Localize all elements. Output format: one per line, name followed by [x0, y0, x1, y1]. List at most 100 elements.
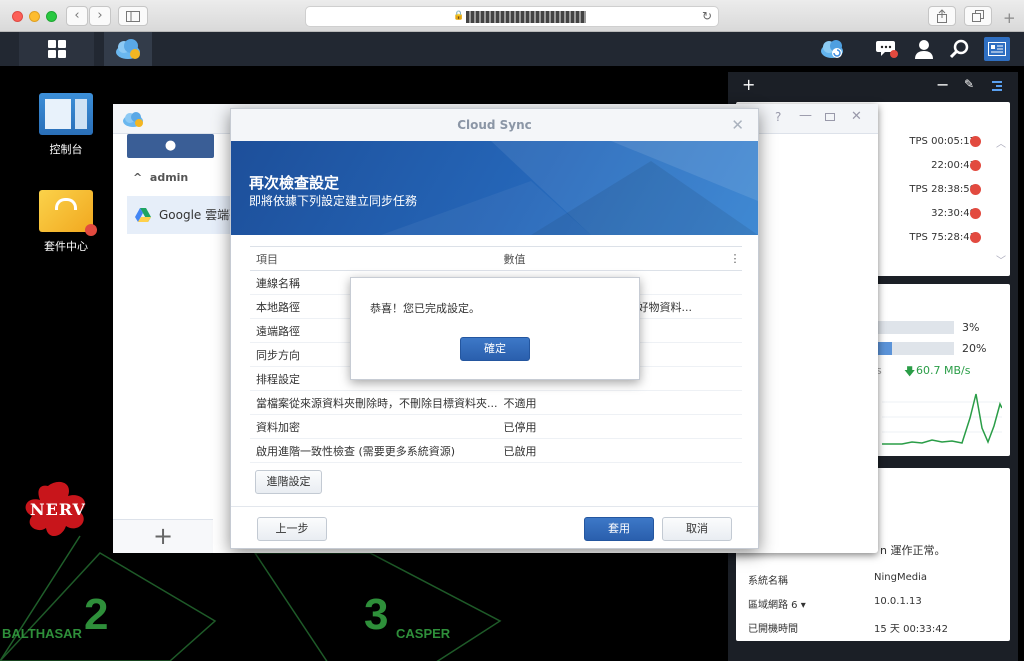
sidebar-toggle-button[interactable]: [118, 6, 148, 26]
dialog-title: Cloud Sync: [457, 118, 532, 132]
remove-connection-icon[interactable]: [970, 232, 981, 243]
pin-icon[interactable]: ✎: [964, 77, 974, 91]
remove-connection-icon[interactable]: [970, 184, 981, 195]
health-value: 15 天 00:33:42: [874, 624, 948, 635]
widget-settings-icon[interactable]: [990, 80, 1004, 92]
chevron-up-icon: ^: [133, 171, 150, 184]
close-icon[interactable]: ✕: [731, 109, 744, 141]
scroll-down-icon[interactable]: ﹀: [996, 252, 1006, 267]
nerv-text: NERV: [30, 500, 86, 519]
remove-connection-icon[interactable]: [970, 160, 981, 171]
plus-icon: +: [152, 522, 174, 550]
table-header: 項目 數值 ⋮: [250, 246, 742, 271]
chat-icon[interactable]: [876, 38, 900, 60]
add-widget-icon[interactable]: +: [742, 75, 755, 94]
tabs-overview-button[interactable]: [964, 6, 992, 26]
search-icon[interactable]: [950, 39, 970, 59]
connection-row: TPS 75:28:41: [909, 232, 976, 243]
connection-row: TPS 00:05:17: [909, 136, 976, 147]
widget-toolbar: + − ✎: [728, 72, 1018, 100]
minimize-widget-icon[interactable]: −: [936, 75, 949, 94]
health-status-text: n 運作正常。: [880, 544, 946, 557]
connection-row: 32:30:49: [931, 208, 976, 219]
casper-number: 3: [364, 590, 389, 639]
column-header-item[interactable]: 項目: [250, 246, 498, 271]
balthasar-label: BALTHASAR: [2, 626, 82, 641]
health-label: 已開機時間: [748, 624, 798, 635]
connection-name: Google 雲端硬: [159, 208, 237, 222]
desktop-icon-label: 套件中心: [44, 240, 88, 253]
minimize-icon[interactable]: —: [799, 108, 812, 123]
close-icon[interactable]: ✕: [851, 109, 862, 124]
row-value: 不適用: [497, 390, 742, 415]
new-tab-button[interactable]: +: [1003, 9, 1016, 27]
widgets-icon: [988, 42, 1006, 56]
cloud-sync-app-icon: [123, 112, 143, 127]
taskbar-cloud-sync-app[interactable]: [104, 32, 152, 66]
column-header-value[interactable]: 數值: [497, 246, 728, 271]
widgets-toggle-button[interactable]: [984, 37, 1010, 61]
sidebar-icon: [126, 11, 140, 22]
health-value: NingMedia: [874, 572, 927, 583]
cloud-sync-app-icon: [116, 39, 140, 59]
network-download-speed: 60.7 MB/s: [916, 364, 971, 377]
cpu-percent: 3%: [962, 321, 980, 334]
nerv-logo: NERV: [18, 478, 96, 548]
tab-user[interactable]: ●: [127, 134, 214, 158]
health-label[interactable]: 區域網路 6 ▾: [748, 596, 806, 611]
apply-button[interactable]: 套用: [584, 517, 654, 541]
zoom-window-button[interactable]: [46, 11, 57, 22]
user-icon[interactable]: [914, 39, 934, 59]
help-icon[interactable]: ?: [775, 110, 781, 124]
balthasar-number: 2: [84, 590, 109, 639]
back-button[interactable]: 上一步: [257, 517, 327, 541]
wizard-step-subtitle: 即將依據下列設定建立同步任務: [249, 194, 418, 208]
table-row: 當檔案從來源資料夾刪除時，不刪除目標資料夾... 不適用: [250, 390, 742, 415]
connection-list-item[interactable]: Google 雲端硬: [127, 196, 237, 234]
share-button[interactable]: [928, 6, 956, 26]
notification-icon[interactable]: [820, 38, 846, 60]
cancel-button[interactable]: 取消: [662, 517, 732, 541]
remove-connection-icon[interactable]: [970, 208, 981, 219]
back-nav-button[interactable]: ‹: [66, 6, 88, 26]
address-bar[interactable]: 🔒 ↻: [305, 6, 719, 27]
google-drive-icon: [135, 208, 151, 222]
download-arrow-icon: 🡇: [904, 365, 916, 378]
ok-button[interactable]: 確定: [460, 337, 530, 361]
column-menu-icon[interactable]: ⋮: [728, 246, 742, 271]
alert-message: 恭喜！您已完成設定。: [370, 302, 480, 315]
forward-nav-button[interactable]: ›: [89, 6, 111, 26]
scroll-up-icon[interactable]: ︿: [996, 135, 1006, 150]
desktop-icon-control-panel[interactable]: 控制台: [26, 93, 106, 157]
connection-row: 22:00:43: [931, 160, 976, 171]
cpu-bar: [876, 321, 954, 334]
browser-toolbar: ‹ › 🔒 ↻ +: [0, 0, 1024, 32]
minimize-window-button[interactable]: [29, 11, 40, 22]
row-item: 當檔案從來源資料夾刪除時，不刪除目標資料夾...: [250, 390, 498, 415]
lock-icon: 🔒: [453, 11, 465, 21]
desktop-icon-package-center[interactable]: 套件中心: [26, 190, 106, 254]
main-menu-icon: [48, 40, 66, 58]
add-connection-button[interactable]: +: [113, 519, 213, 553]
reload-icon[interactable]: ↻: [702, 9, 712, 23]
connection-row: TPS 28:38:59: [909, 184, 976, 195]
close-window-button[interactable]: [12, 11, 23, 22]
tabs-icon: [972, 10, 984, 22]
desktop-icon-label: 控制台: [49, 143, 83, 156]
main-menu-button[interactable]: [19, 32, 94, 66]
plus-icon: +: [1003, 9, 1016, 27]
package-center-icon: [39, 190, 97, 236]
account-name: admin: [149, 171, 189, 184]
ram-percent: 20%: [962, 342, 987, 355]
maximize-icon[interactable]: [825, 113, 835, 121]
remove-connection-icon[interactable]: [970, 136, 981, 147]
user-icon: ●: [164, 138, 177, 153]
chevron-right-icon: ›: [97, 8, 103, 23]
dialog-titlebar: Cloud Sync ✕: [231, 109, 758, 141]
account-group-header[interactable]: ^ admin: [133, 171, 188, 184]
advanced-settings-button[interactable]: 進階設定: [255, 470, 322, 494]
control-panel-icon: [39, 93, 93, 135]
url-text-redacted: [466, 11, 586, 23]
completion-alert: 恭喜！您已完成設定。 確定: [350, 277, 640, 380]
health-value: 10.0.1.13: [874, 596, 922, 607]
